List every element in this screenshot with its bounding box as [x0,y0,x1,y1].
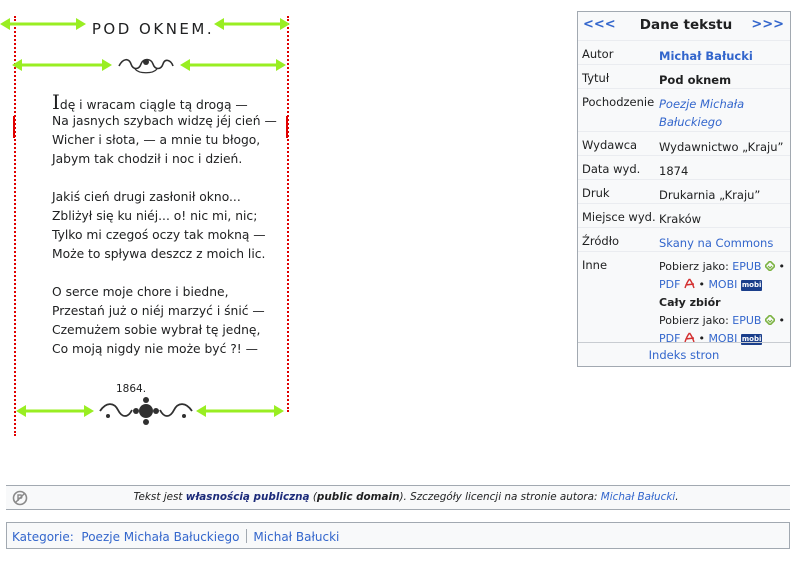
mobi-link[interactable]: MOBI [708,278,737,291]
drop-cap: I [52,90,60,114]
row-value: Pod oknem [659,73,732,87]
infobox-header: <<< Dane tekstu >>> [578,12,790,40]
poem-line-text: dę i wracam ciągle tą drogą — [59,98,248,112]
origin-link[interactable]: Poezje Michała Bałuckiego [659,95,787,131]
poem-line: Wicher i słota, — a mnie tu błogo, [52,133,261,147]
row-value: Wydawnictwo „Kraju” [659,140,784,154]
download-line: Pobierz jako: EPUB • [659,312,787,330]
poem-line: Na jasnych szybach widzę jéj cień — [52,114,277,128]
license-text-part: ( [309,491,317,503]
download-line: Pobierz jako: EPUB • [659,258,787,276]
stanza: O serce moje chore i biedne, Przestań ju… [52,283,292,359]
poem-line: Czemużem sobie wybrał tę jednę, [52,323,261,337]
categories-colon: : [69,530,74,544]
download-line: PDF • MOBI mobi [659,276,787,294]
previous-text-link[interactable]: <<< [583,17,616,32]
author-link[interactable]: Michał Bałucki [659,47,787,65]
poem-line: Jakiś cień drugi zasłonił okno... [52,190,241,204]
category-list: Kategorie: Poezje Michała Bałuckiego Mich… [12,529,339,544]
infobox-row-origin: Pochodzenie Poezje Michała Bałuckiego [578,88,790,132]
infobox-title: Dane tekstu [639,17,733,33]
poem-line: Idę i wracam ciągle tą drogą — [52,90,292,114]
bottom-left-arrow [16,403,94,419]
ornament-left-arrow [12,57,112,73]
license-notice: Tekst jest własnością publiczną (public … [6,485,790,510]
license-text: Tekst jest własnością publiczną (public … [6,491,800,503]
row-label: Druk [582,186,610,200]
row-label: Miejsce wyd. [582,210,656,224]
row-value: 1874 [659,164,689,178]
category-link-balucki[interactable]: Michał Bałucki [253,530,339,544]
left-margin-marker [13,116,15,138]
bullet-separator: • [698,278,705,291]
download-prefix: Pobierz jako: [659,260,729,273]
epub-link[interactable]: EPUB [732,314,761,327]
infobox-row-author: Autor Michał Bałucki [578,40,790,65]
poem-line: Przestań już o niéj marzyć i śnić — [52,304,265,318]
title-right-arrow [214,16,290,32]
infobox-row-date: Data wyd. 1874 [578,155,790,180]
bullet-separator: • [778,260,785,273]
download-options: Pobierz jako: EPUB • PDF • MOBI mobi Cał… [659,258,787,348]
poem-line: Zbliżył się ku niéj... o! nic mi, nic; [52,209,258,223]
license-text-part: ). Szczegóły licencji na stronie autora: [399,491,601,503]
epub-icon [764,261,775,271]
category-link-poezje[interactable]: Poezje Michała Bałuckiego [81,530,239,544]
poem-line: Jabym tak chodził i noc i dzień. [52,152,243,166]
license-author-link[interactable]: Michał Bałucki [601,491,676,503]
row-label: Inne [582,258,608,272]
text-data-infobox: <<< Dane tekstu >>> Autor Michał Bałucki… [577,11,791,367]
epub-icon [764,315,775,325]
pdf-icon [684,278,695,289]
infobox-row-other: Inne Pobierz jako: EPUB • PDF • MOBI mob… [578,251,790,345]
infobox-row-print: Druk Drukarnia „Kraju” [578,179,790,204]
infobox-row-publisher: Wydawca Wydawnictwo „Kraju” [578,131,790,156]
row-label: Autor [582,47,614,61]
row-label: Źródło [582,234,619,248]
poem-line: Tylko mi czegoś oczy tak mokną — [52,228,266,242]
page-index-link[interactable]: Indeks stron [649,348,720,362]
license-text-part: Tekst jest [133,491,186,503]
infobox-row-source: Źródło Skany na Commons [578,227,790,252]
poem-line: Może to spływa deszcz z moich lic. [52,247,266,261]
row-label: Tytuł [582,71,610,85]
ornament-right-arrow [180,57,286,73]
pdf-link[interactable]: PDF [659,278,680,291]
category-separator [246,529,248,543]
bullet-separator: • [778,314,785,327]
row-value: Drukarnia „Kraju” [659,188,761,202]
public-domain-link[interactable]: własnością publiczną [186,491,310,503]
bottom-flourish-ornament [98,396,194,430]
commons-scans-link[interactable]: Skany na Commons [659,234,787,252]
row-value: Kraków [659,212,702,226]
download-prefix: Pobierz jako: [659,314,729,327]
stanza: Idę i wracam ciągle tą drogą — Na jasnyc… [52,90,292,169]
poem-body: Idę i wracam ciągle tą drogą — Na jasnyc… [52,90,292,378]
license-text-part: . [675,491,679,503]
poem-line: O serce moje chore i biedne, [52,285,229,299]
whole-collection-label: Cały zbiór [659,296,721,309]
next-text-link[interactable]: >>> [751,17,784,32]
infobox-row-title: Tytuł Pod oknem [578,64,790,89]
categories-label-link[interactable]: Kategorie [12,530,70,544]
row-label: Pochodzenie [582,95,655,109]
poem-line: Co moją nigdy nie może być ?! — [52,342,258,356]
public-domain-term: public domain [316,491,400,503]
stanza: Jakiś cień drugi zasłonił okno... Zbliży… [52,188,292,264]
mobi-icon: mobi [740,280,763,291]
title-left-arrow [0,16,86,32]
poem-year: 1864. [116,383,147,395]
bottom-right-arrow [196,403,284,419]
category-bar: Kategorie: Poezje Michała Bałuckiego Mich… [6,522,790,549]
small-flourish-ornament [117,54,175,80]
row-label: Data wyd. [582,162,641,176]
infobox-row-place: Miejsce wyd. Kraków [578,203,790,228]
poem-title: POD OKNEM. [91,20,215,38]
left-guide-line [14,16,16,436]
row-label: Wydawca [582,138,638,152]
infobox-footer: Indeks stron [578,342,790,367]
epub-link[interactable]: EPUB [732,260,761,273]
